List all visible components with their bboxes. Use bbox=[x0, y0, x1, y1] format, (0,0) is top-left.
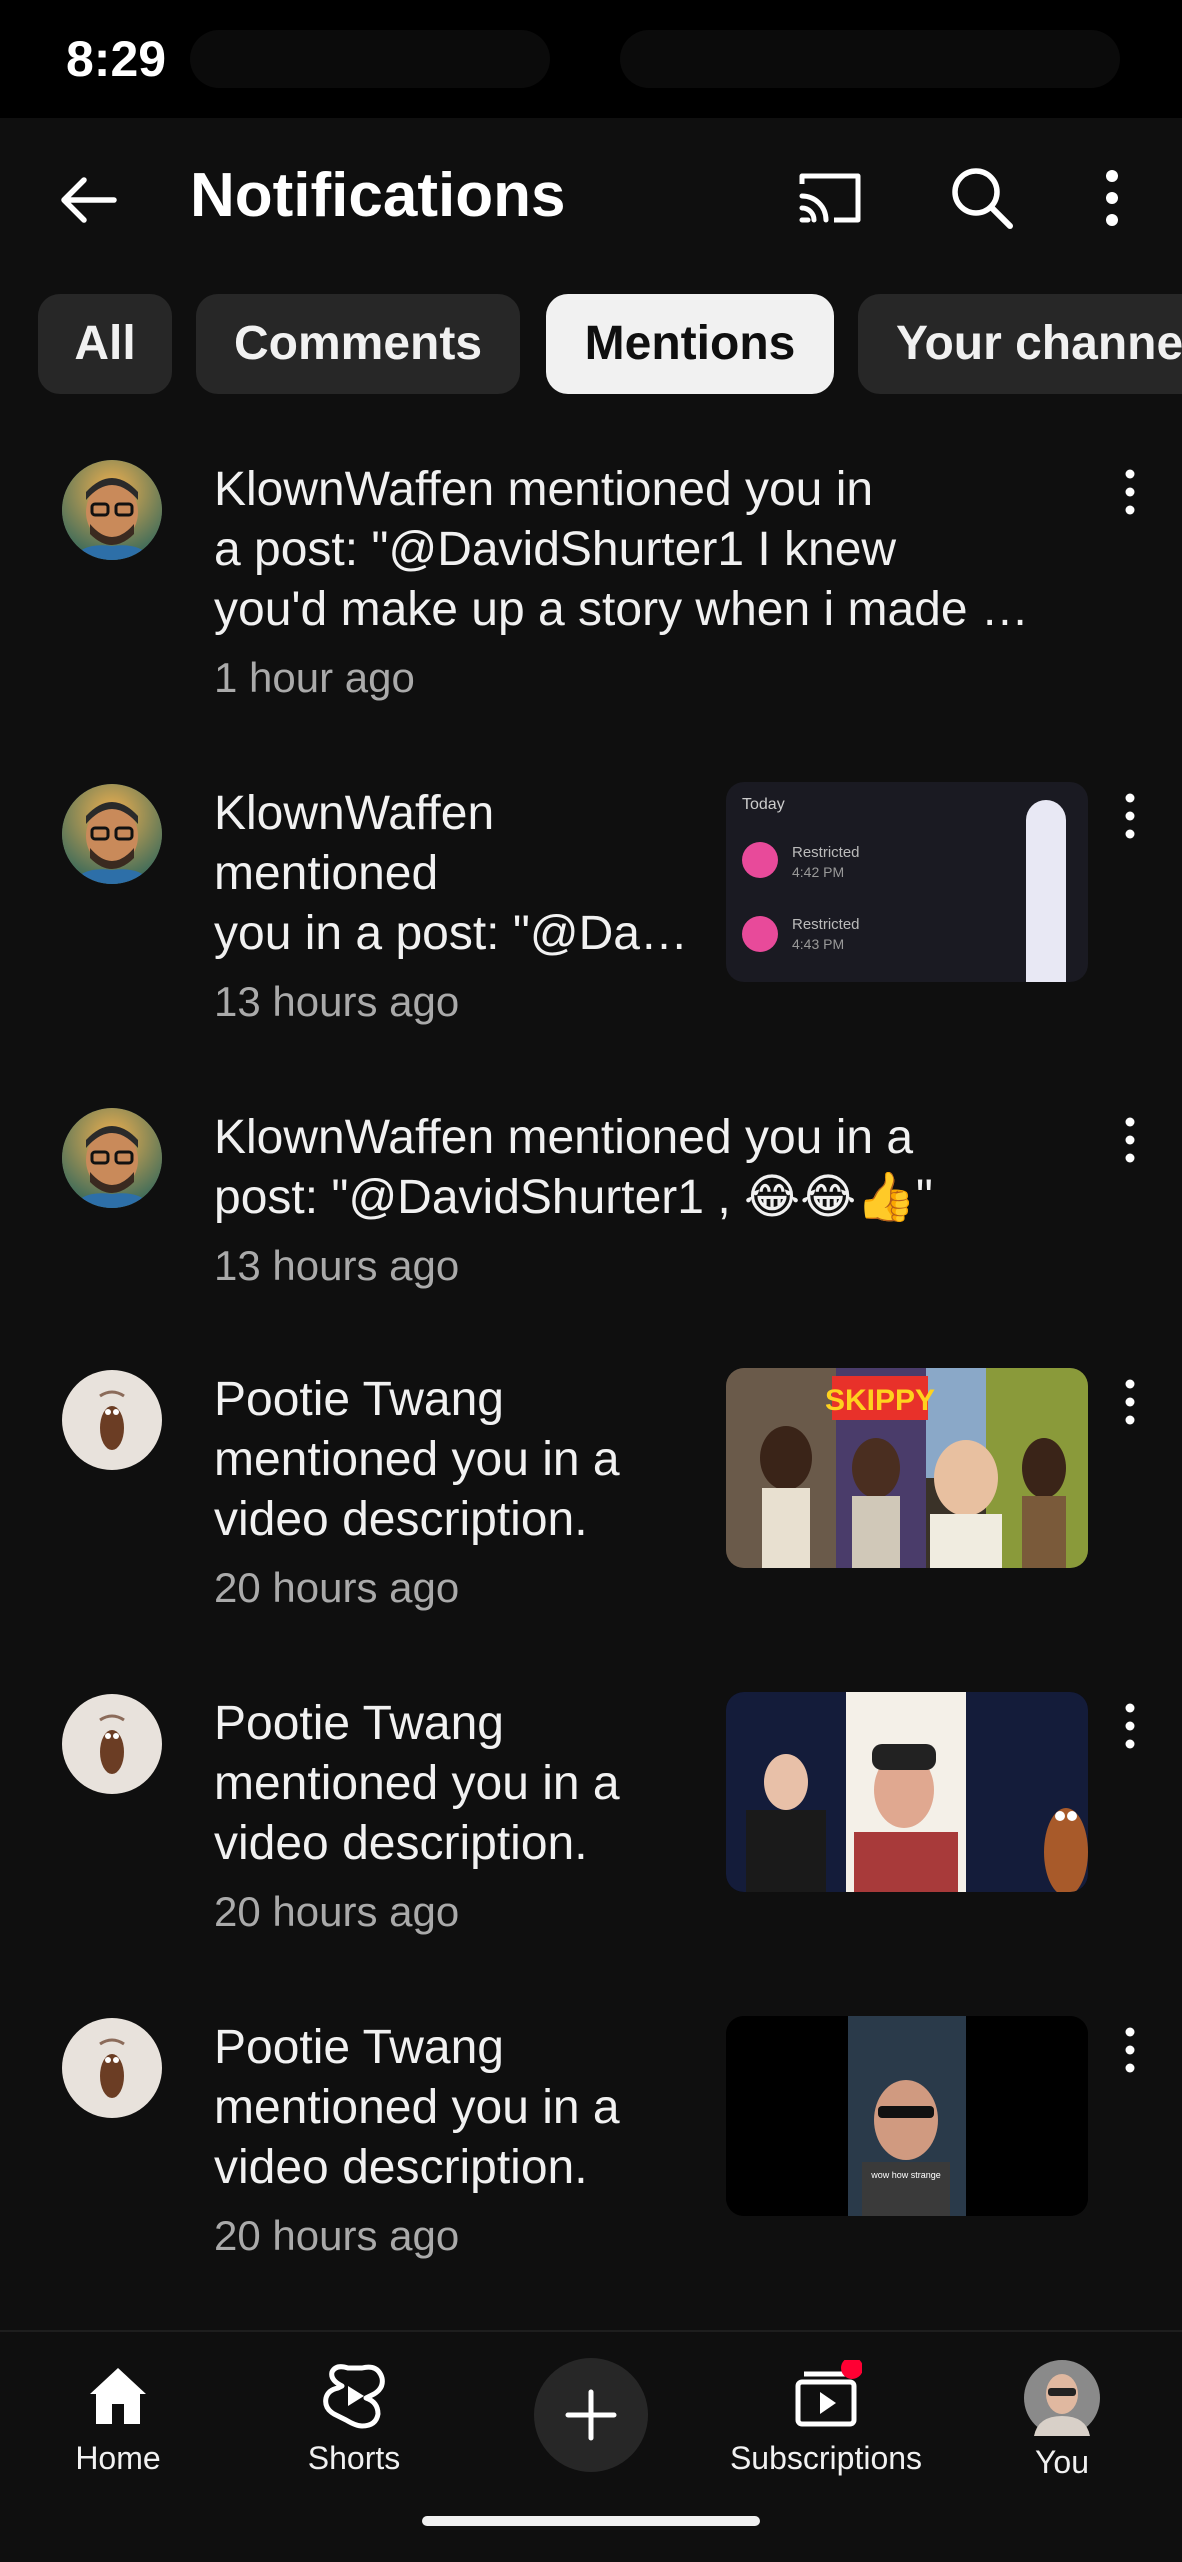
svg-text:wow how strange: wow how strange bbox=[870, 2170, 941, 2180]
notification-time: 20 hours ago bbox=[214, 2212, 460, 2259]
notification-time: 20 hours ago bbox=[214, 1564, 460, 1611]
more-vert-icon[interactable] bbox=[1118, 1116, 1142, 1164]
status-redacted-area bbox=[190, 30, 550, 88]
cast-icon[interactable] bbox=[794, 162, 866, 234]
more-vert-icon[interactable] bbox=[1118, 792, 1142, 840]
search-icon[interactable] bbox=[946, 162, 1018, 234]
notification-text: Pootie Twang mentioned you in a video de… bbox=[214, 1373, 620, 1546]
chip-mentions[interactable]: Mentions bbox=[546, 294, 834, 394]
page-title: Notifications bbox=[190, 161, 566, 230]
more-vert-icon[interactable] bbox=[1076, 162, 1148, 234]
avatar[interactable] bbox=[62, 1370, 162, 1470]
status-bar: 8:29 bbox=[0, 0, 1182, 118]
thumb-scrollbar bbox=[1026, 800, 1066, 982]
chip-all[interactable]: All bbox=[38, 294, 172, 394]
nav-subscriptions[interactable]: Subscriptions bbox=[726, 2360, 926, 2477]
avatar[interactable] bbox=[62, 1108, 162, 1208]
thumb-person-icon bbox=[742, 842, 778, 878]
avatar[interactable] bbox=[62, 2018, 162, 2118]
status-redacted-area bbox=[620, 30, 1120, 88]
avatar[interactable] bbox=[62, 460, 162, 560]
more-vert-icon[interactable] bbox=[1118, 1702, 1142, 1750]
notification-time: 20 hours ago bbox=[214, 1888, 460, 1935]
create-button[interactable] bbox=[534, 2358, 648, 2472]
shorts-icon bbox=[323, 2364, 385, 2429]
avatar[interactable] bbox=[62, 1694, 162, 1794]
notification-thumbnail[interactable]: wow how strange bbox=[726, 2016, 1088, 2216]
bottom-nav: Home Shorts Subscriptions You bbox=[0, 2330, 1182, 2562]
notification-text: Pootie Twang mentioned you in a video de… bbox=[214, 1697, 620, 1870]
profile-avatar bbox=[1024, 2360, 1100, 2436]
notification-thumbnail[interactable]: SKIPPY bbox=[726, 1368, 1088, 1568]
nav-shorts[interactable]: Shorts bbox=[254, 2360, 454, 2477]
more-vert-icon[interactable] bbox=[1118, 468, 1142, 516]
app-bar: Notifications bbox=[0, 118, 1182, 274]
more-vert-icon[interactable] bbox=[1118, 2026, 1142, 2074]
back-arrow-icon[interactable] bbox=[56, 168, 120, 232]
svg-text:SKIPPY: SKIPPY bbox=[825, 1384, 935, 1417]
avatar[interactable] bbox=[62, 784, 162, 884]
chip-comments[interactable]: Comments bbox=[196, 294, 520, 394]
nav-home[interactable]: Home bbox=[18, 2360, 218, 2477]
notification-text: Pootie Twang mentioned you in a video de… bbox=[214, 2021, 620, 2194]
status-time: 8:29 bbox=[66, 31, 167, 87]
nav-you[interactable]: You bbox=[962, 2360, 1162, 2481]
notification-time: 13 hours ago bbox=[214, 978, 460, 1025]
notification-thumbnail[interactable]: Today Restricted 4:42 PM Restricted 4:43… bbox=[726, 782, 1088, 982]
notification-time: 1 hour ago bbox=[214, 654, 415, 701]
chip-your-channel[interactable]: Your channe bbox=[858, 294, 1182, 394]
create-plus-icon bbox=[565, 2389, 617, 2441]
thumb-person-icon bbox=[742, 916, 778, 952]
more-vert-icon[interactable] bbox=[1118, 1378, 1142, 1426]
notification-text: KlownWaffen mentioned you in a post: "@D… bbox=[214, 1111, 933, 1224]
gesture-home-bar[interactable] bbox=[422, 2516, 760, 2526]
notification-thumbnail[interactable] bbox=[726, 1692, 1088, 1892]
home-icon bbox=[90, 2368, 146, 2424]
notification-text: KlownWaffen mentioned you in a post: "@D… bbox=[214, 463, 1029, 636]
notification-time: 13 hours ago bbox=[214, 1242, 460, 1289]
notification-text: KlownWaffen mentioned you in a post: "@D… bbox=[214, 787, 688, 960]
filter-chips: All Comments Mentions Your channe bbox=[0, 294, 1182, 396]
subscriptions-icon bbox=[795, 2360, 862, 2427]
